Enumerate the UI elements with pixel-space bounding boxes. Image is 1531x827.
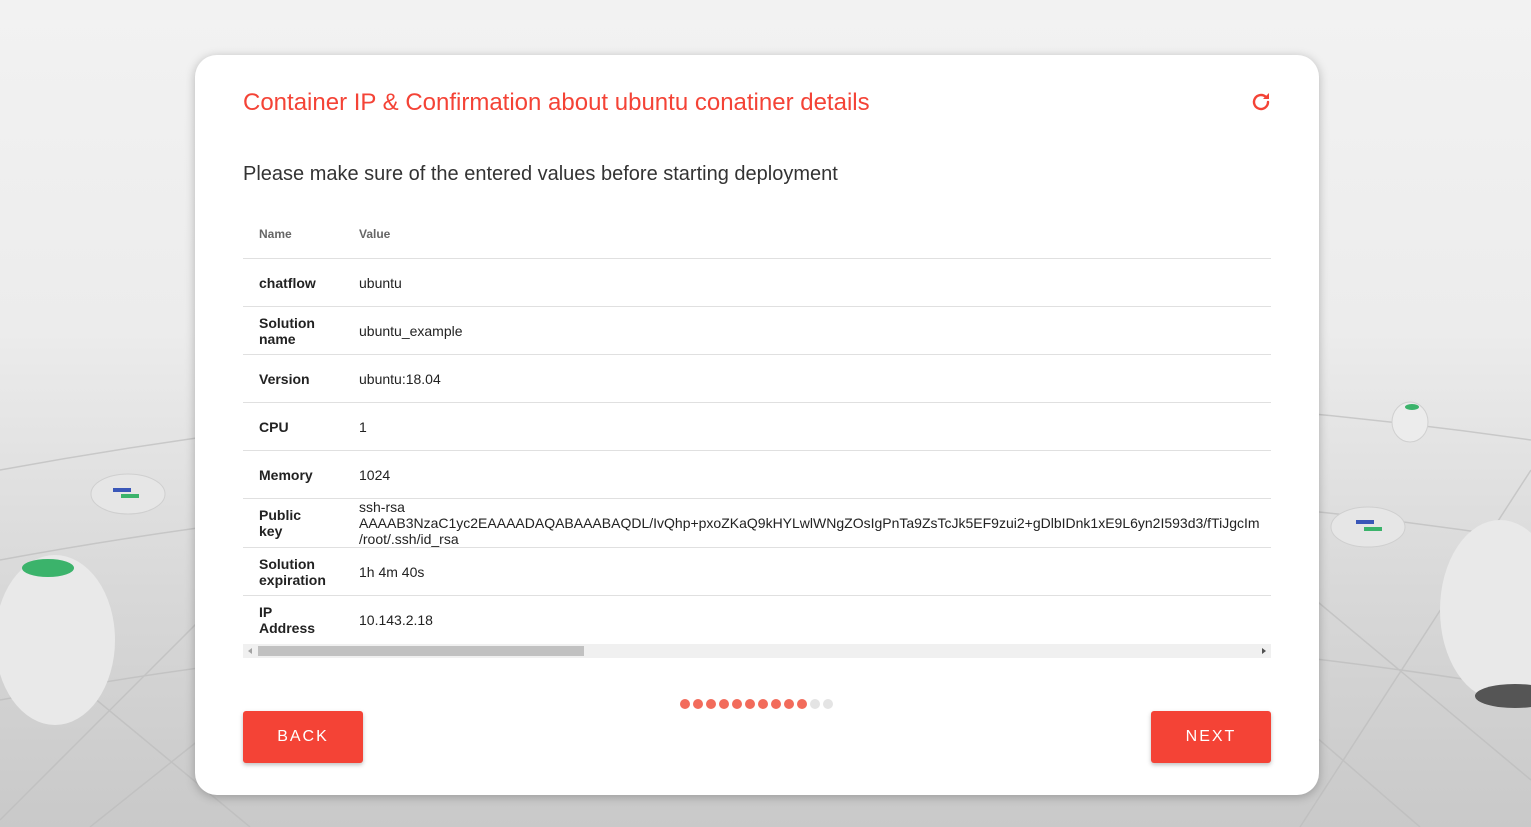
- table-row: Version ubuntu:18.04: [243, 354, 1271, 403]
- step-dot-pending: [810, 699, 820, 709]
- row-name: Solution name: [243, 306, 343, 355]
- row-name: Memory: [243, 450, 343, 499]
- public-key-line: AAAAB3NzaC1yc2EAAAADAQABAAABAQDL/IvQhp+p…: [359, 515, 1260, 531]
- table-row: Solution expiration 1h 4m 40s: [243, 547, 1271, 596]
- scroll-right-arrow-icon[interactable]: [1262, 648, 1266, 654]
- table-row: Solution name ubuntu_example: [243, 306, 1271, 355]
- row-value: 10.143.2.18: [359, 611, 433, 628]
- row-name: Solution expiration: [243, 547, 343, 596]
- scroll-left-arrow-icon[interactable]: [248, 648, 252, 654]
- step-dot-completed: [680, 699, 690, 709]
- table-row: Memory 1024: [243, 450, 1271, 499]
- public-key-line: /root/.ssh/id_rsa: [359, 531, 459, 547]
- table-row: chatflow ubuntu: [243, 258, 1271, 307]
- step-dot-completed: [758, 699, 768, 709]
- step-dot-pending: [823, 699, 833, 709]
- table-header-row: Name Value: [243, 210, 1271, 259]
- row-name: IP Address: [259, 603, 316, 636]
- step-dot-completed: [784, 699, 794, 709]
- next-button[interactable]: NEXT: [1151, 711, 1271, 763]
- row-name: CPU: [243, 402, 343, 451]
- details-table-container: Name Value chatflow ubuntu Solution name…: [243, 210, 1271, 659]
- decorative-sphere-right: [1330, 401, 1531, 708]
- refresh-icon[interactable]: [1249, 90, 1273, 114]
- step-dot-completed: [732, 699, 742, 709]
- row-value: ubuntu:18.04: [343, 354, 1271, 403]
- row-value-public-key: ssh-rsa AAAAB3NzaC1yc2EAAAADAQABAAABAQDL…: [343, 498, 1271, 548]
- public-key-line: ssh-rsa: [359, 499, 405, 515]
- back-button[interactable]: BACK: [243, 711, 363, 763]
- table-row: Public key ssh-rsa AAAAB3NzaC1yc2EAAAADA…: [243, 498, 1271, 548]
- horizontal-scrollbar[interactable]: [243, 644, 1271, 658]
- page-title: Container IP & Confirmation about ubuntu…: [243, 89, 870, 116]
- row-name: Public key: [243, 498, 343, 548]
- scrollbar-thumb[interactable]: [258, 646, 584, 656]
- confirmation-subtitle: Please make sure of the entered values b…: [243, 163, 838, 185]
- confirmation-card: Container IP & Confirmation about ubuntu…: [195, 55, 1319, 795]
- step-dot-completed: [797, 699, 807, 709]
- row-value: 1h 4m 40s: [343, 547, 1271, 596]
- row-value: ubuntu: [343, 258, 1271, 307]
- row-value: 1: [343, 402, 1271, 451]
- step-dot-completed: [693, 699, 703, 709]
- row-value: 1024: [343, 450, 1271, 499]
- row-name: Version: [243, 354, 343, 403]
- step-dot-completed: [771, 699, 781, 709]
- row-name: chatflow: [243, 258, 343, 307]
- column-header-name: Name: [243, 210, 343, 259]
- details-table: Name Value chatflow ubuntu Solution name…: [243, 210, 1271, 643]
- row-value: ubuntu_example: [343, 306, 1271, 355]
- table-row: CPU 1: [243, 402, 1271, 451]
- step-dot-completed: [745, 699, 755, 709]
- column-header-value: Value: [343, 210, 1271, 259]
- step-dot-completed: [719, 699, 729, 709]
- step-dot-completed: [706, 699, 716, 709]
- step-progress-indicator: [680, 699, 833, 709]
- decorative-sphere-left: [0, 473, 166, 725]
- table-row: IP Address 10.143.2.18: [243, 596, 1271, 644]
